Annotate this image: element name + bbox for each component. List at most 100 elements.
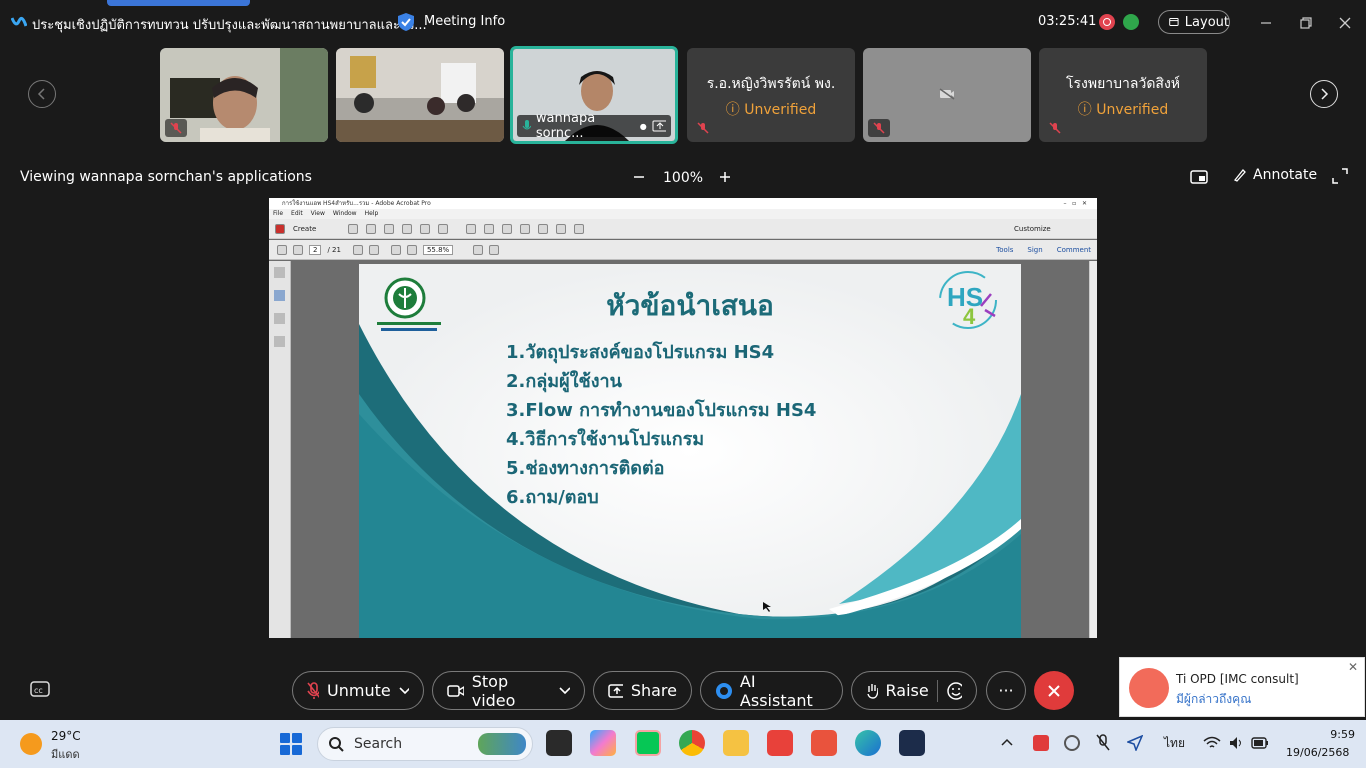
edge-icon[interactable]: [855, 730, 881, 756]
anydesk-icon[interactable]: [767, 730, 793, 756]
restore-button[interactable]: [1295, 12, 1317, 34]
participants-prev-button[interactable]: [28, 80, 56, 108]
participant-tile-6[interactable]: โรงพยาบาลวัดสิงห์ ⓘ Unverified: [1039, 48, 1207, 142]
participant-tile-3[interactable]: wannapa sornc... ●: [510, 46, 678, 144]
unmute-button[interactable]: Unmute: [292, 671, 424, 710]
task-view-icon[interactable]: [546, 730, 572, 756]
location-icon[interactable]: [1127, 735, 1143, 751]
bookmarks-icon[interactable]: [274, 290, 285, 301]
zoom-out-icon[interactable]: [390, 244, 401, 255]
annotate-button[interactable]: Annotate: [1233, 167, 1317, 183]
close-notification-icon[interactable]: ✕: [1348, 660, 1358, 674]
sign-link[interactable]: Sign: [1027, 246, 1042, 254]
menu-help[interactable]: Help: [365, 209, 379, 219]
hand-icon: [867, 683, 878, 699]
shield-icon[interactable]: [397, 12, 415, 32]
minimize-button[interactable]: [1255, 12, 1277, 34]
anydesk-tray-icon[interactable]: [1033, 735, 1049, 751]
signatures-icon[interactable]: [274, 336, 285, 347]
zoom-input[interactable]: 55.8%: [422, 244, 454, 255]
stamp-icon[interactable]: [520, 223, 531, 234]
upload-icon[interactable]: [384, 223, 395, 234]
taskbar-clock[interactable]: 9:59: [1307, 728, 1355, 741]
input-language[interactable]: ไทย: [1164, 734, 1185, 753]
settings-icon[interactable]: [466, 223, 477, 234]
participants-next-button[interactable]: [1310, 80, 1338, 108]
email-icon[interactable]: [438, 223, 449, 234]
close-window-button[interactable]: [1334, 12, 1356, 34]
taskbar-search[interactable]: Search: [317, 727, 533, 761]
customize-dropdown[interactable]: Customize: [1014, 225, 1051, 233]
zoom-in-button[interactable]: [716, 167, 734, 187]
comment-icon[interactable]: [484, 223, 495, 234]
pdf-icon[interactable]: [574, 223, 585, 234]
page-down-icon[interactable]: [293, 244, 303, 255]
create-button[interactable]: Create: [293, 225, 316, 233]
reaction-emoji-icon[interactable]: [946, 681, 962, 701]
menu-file[interactable]: File: [273, 209, 283, 219]
notification-toast[interactable]: Ti OPD [IMC consult] มีผู้กล่าวถึงคุณ ✕: [1119, 657, 1365, 717]
tools-link[interactable]: Tools: [996, 246, 1013, 254]
page-up-icon[interactable]: [277, 244, 287, 255]
ai-assistant-button[interactable]: AI Assistant: [700, 671, 843, 710]
end-meeting-button[interactable]: [1034, 671, 1074, 710]
participant-tile-5[interactable]: [863, 48, 1031, 142]
start-button[interactable]: [280, 733, 302, 755]
raise-hand-button[interactable]: Raise: [851, 671, 977, 710]
participant-tile-4[interactable]: ร.อ.หญิงวิพรรัตน์ พง. ⓘ Unverified: [687, 48, 855, 142]
screen-share-icon: [652, 120, 666, 132]
edit-icon[interactable]: [420, 223, 431, 234]
thumbnails-icon[interactable]: [274, 267, 285, 278]
attach-icon[interactable]: [538, 223, 549, 234]
webex-icon[interactable]: [899, 730, 925, 756]
share-button[interactable]: Share: [593, 671, 692, 710]
pop-out-icon[interactable]: [1190, 168, 1208, 186]
s-app-icon[interactable]: [811, 730, 837, 756]
attachments-icon[interactable]: [274, 313, 285, 324]
weather-temperature[interactable]: 29°C: [51, 729, 81, 743]
copilot-icon[interactable]: [590, 730, 616, 756]
acrobat-scrollbar[interactable]: [1089, 261, 1097, 638]
onedrive-tray-icon[interactable]: [1064, 735, 1080, 751]
meeting-info-button[interactable]: Meeting Info: [424, 14, 505, 29]
chevron-left-icon: [37, 88, 45, 100]
acrobat-left-pane: [269, 261, 291, 638]
line-app-icon[interactable]: [635, 730, 661, 756]
save-icon[interactable]: [366, 223, 377, 234]
sun-icon[interactable]: [20, 733, 42, 755]
network-signal-icon[interactable]: [1123, 14, 1139, 30]
fullscreen-icon[interactable]: [1332, 168, 1348, 184]
chevron-up-icon[interactable]: [1001, 737, 1013, 747]
stop-video-button[interactable]: Stop video: [432, 671, 585, 710]
battery-icon[interactable]: [1251, 737, 1269, 749]
select-tool-icon[interactable]: [352, 244, 363, 255]
zoom-in-icon[interactable]: [406, 244, 417, 255]
fit-width-icon[interactable]: [489, 244, 500, 255]
taskbar-date[interactable]: 19/06/2568: [1286, 746, 1349, 759]
export-icon[interactable]: [556, 223, 567, 234]
participant-tile-2[interactable]: [336, 48, 504, 142]
menu-view[interactable]: View: [311, 209, 325, 219]
highlight-icon[interactable]: [502, 223, 513, 234]
file-explorer-icon[interactable]: [723, 730, 749, 756]
slide-topic-item: 1.วัตถุประสงค์ของโปรแกรม HS4: [506, 342, 775, 363]
comment-link[interactable]: Comment: [1057, 246, 1091, 254]
volume-icon[interactable]: [1228, 735, 1244, 751]
hand-tool-icon[interactable]: [368, 244, 379, 255]
captions-icon[interactable]: cc: [30, 681, 50, 699]
shared-screen[interactable]: การใช้งานแอพ HS4สำหรับ...รวม - Adobe Acr…: [269, 198, 1097, 638]
acrobat-window-controls[interactable]: – ▫ ✕: [1063, 198, 1087, 209]
participant-tile-1[interactable]: [160, 48, 328, 142]
open-icon[interactable]: [348, 223, 359, 234]
print-icon[interactable]: [402, 223, 413, 234]
layout-button[interactable]: Layout: [1158, 10, 1230, 34]
muted-mic-tray-icon[interactable]: [1096, 734, 1110, 752]
more-options-button[interactable]: ···: [986, 671, 1026, 710]
zoom-out-button[interactable]: [630, 167, 648, 187]
page-number-input[interactable]: 2: [309, 244, 322, 255]
fit-page-icon[interactable]: [473, 244, 484, 255]
menu-window[interactable]: Window: [333, 209, 357, 219]
wifi-icon[interactable]: [1203, 736, 1221, 750]
menu-edit[interactable]: Edit: [291, 209, 303, 219]
chrome-icon[interactable]: [679, 730, 705, 756]
